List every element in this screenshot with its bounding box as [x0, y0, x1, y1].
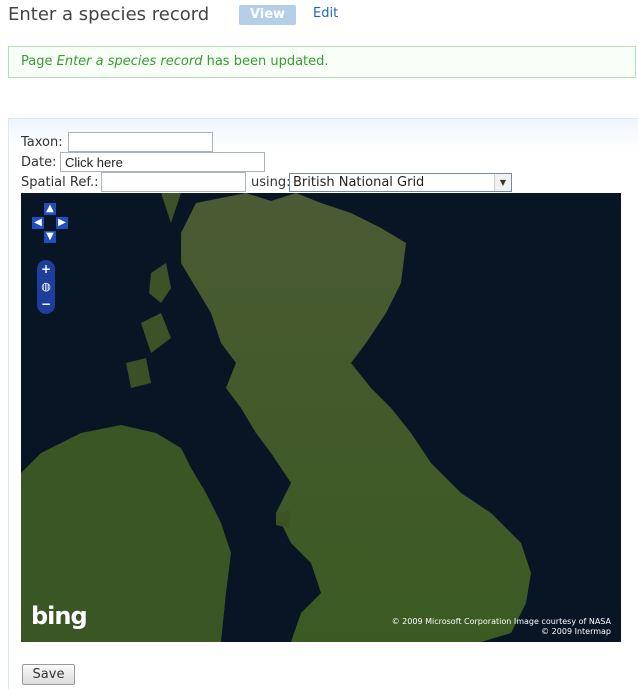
pan-down-icon[interactable]: ▼ [44, 231, 56, 243]
date-label: Date: [21, 155, 57, 170]
bing-logo: bing [31, 602, 88, 630]
grid-system-select[interactable]: British National Grid ▼ [289, 173, 512, 192]
status-prefix: Page [21, 54, 57, 69]
satellite-imagery [21, 193, 621, 642]
map-credits-intermap: © 2009 Intermap [541, 627, 611, 636]
tab-view[interactable]: View [239, 5, 296, 25]
date-input[interactable] [60, 152, 265, 172]
status-suffix: has been updated. [202, 54, 329, 69]
pan-right-icon[interactable]: ▶ [56, 217, 68, 229]
status-page-name: Enter a species record [56, 54, 203, 69]
globe-icon[interactable]: ◍ [40, 281, 52, 293]
map-view[interactable]: ▲ ◀ ▶ ▼ + ◍ − bing © 2009 Microsoft Corp… [21, 193, 621, 642]
spatial-ref-input[interactable] [101, 172, 246, 192]
zoom-out-icon[interactable]: − [40, 298, 52, 310]
status-message: Page Enter a species record has been upd… [8, 46, 636, 78]
taxon-input[interactable] [68, 132, 213, 152]
header-bar: Enter a species record View Edit [0, 0, 638, 34]
zoom-control: + ◍ − [37, 260, 55, 314]
spatial-ref-label: Spatial Ref.: [21, 175, 99, 190]
page-title: Enter a species record [8, 4, 210, 25]
grid-system-value: British National Grid [293, 175, 425, 190]
taxon-label: Taxon: [21, 135, 63, 150]
pan-left-icon[interactable]: ◀ [32, 217, 44, 229]
zoom-in-icon[interactable]: + [40, 263, 52, 275]
pan-up-icon[interactable]: ▲ [44, 203, 56, 215]
using-label: using: [251, 175, 291, 190]
map-credits: © 2009 Microsoft Corporation Image court… [391, 617, 611, 626]
save-button[interactable]: Save [22, 664, 75, 685]
tab-edit[interactable]: Edit [313, 6, 338, 21]
chevron-down-icon[interactable]: ▼ [494, 174, 511, 191]
